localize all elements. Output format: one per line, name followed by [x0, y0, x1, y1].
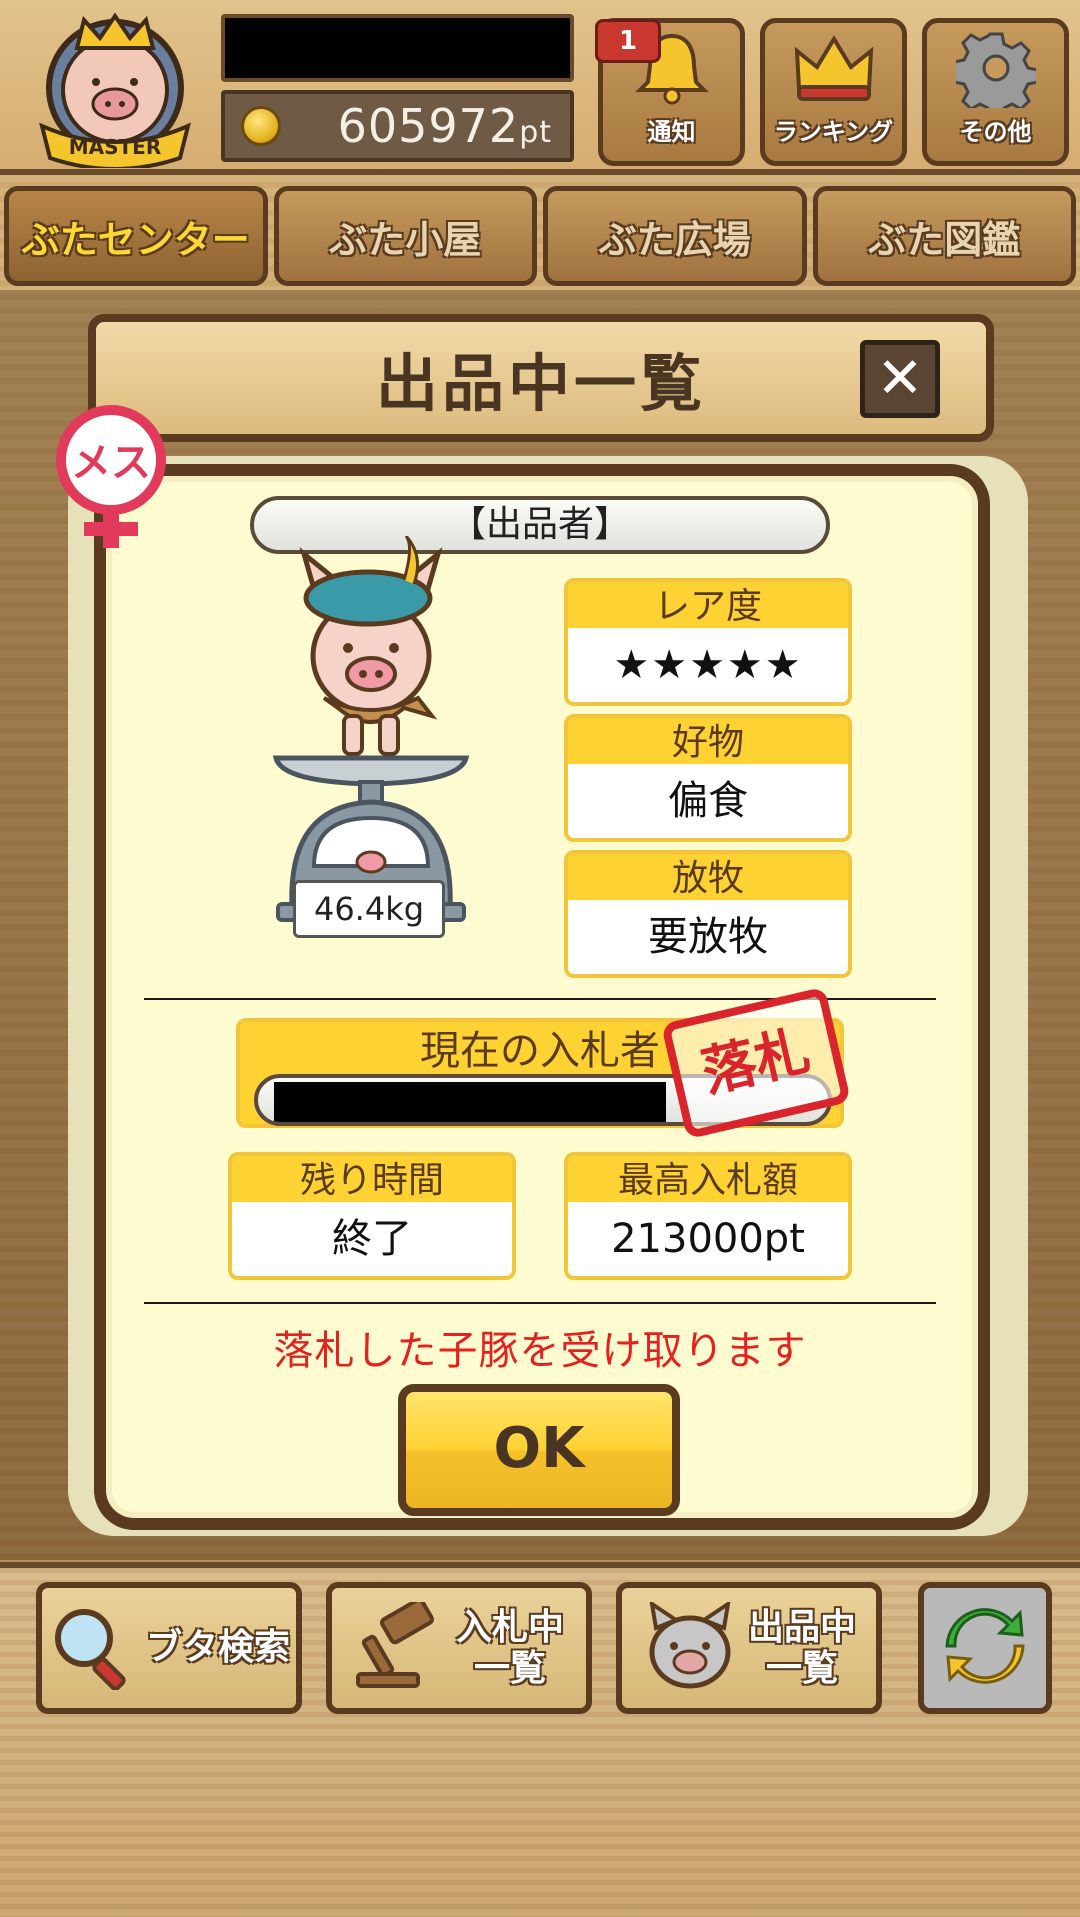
magnifier-icon [48, 1602, 136, 1694]
favorite-food-value: 偏食 [668, 778, 748, 824]
remaining-time-box: 残り時間 終了 [228, 1152, 516, 1280]
svg-text:メス: メス [71, 440, 151, 486]
main-tabs: ぶたセンター ぶた小屋 ぶた広場 ぶた図鑑 [0, 186, 1080, 290]
notification-label: 通知 [647, 118, 696, 146]
favorite-food-box: 好物 偏食 [564, 714, 852, 842]
ranking-label: ランキング [773, 118, 894, 146]
other-label: その他 [959, 118, 1032, 146]
divider-bottom [144, 1302, 936, 1304]
rarity-stars: ★★★★★ [613, 642, 803, 688]
other-button[interactable]: その他 [922, 18, 1069, 166]
pig-search-button[interactable]: ブタ検索 [36, 1582, 302, 1714]
tab-buta-square[interactable]: ぶた広場 [543, 186, 807, 286]
ok-button[interactable]: OK [398, 1384, 680, 1516]
female-gender-badge: メス [46, 404, 176, 554]
close-icon: ✕ [876, 346, 924, 411]
bidding-list-button[interactable]: 入札中 一覧 [326, 1582, 592, 1714]
points-value: 605972pt [337, 99, 552, 153]
bidding-list-label: 入札中 一覧 [455, 1606, 564, 1689]
listing-list-button[interactable]: 出品中 一覧 [616, 1582, 882, 1714]
top-header: MASTER 605972pt 1 通知 ランキング その他 [0, 0, 1080, 175]
remaining-time-value: 終了 [332, 1216, 412, 1262]
highest-bid-box: 最高入札額 213000pt [564, 1152, 852, 1280]
redacted-bidder-name [274, 1082, 666, 1122]
rarity-box: レア度 ★★★★★ [564, 578, 852, 706]
refresh-icon [940, 1601, 1030, 1695]
notification-count-badge: 1 [595, 19, 661, 63]
ranking-button[interactable]: ランキング [760, 18, 907, 166]
rarity-label: レア度 [568, 582, 848, 628]
master-rank-badge[interactable]: MASTER [22, 8, 208, 171]
tab-buta-encyclopedia[interactable]: ぶた図鑑 [812, 186, 1076, 286]
tab-buta-center[interactable]: ぶたセンター [4, 186, 268, 286]
pig-face-icon [642, 1599, 738, 1694]
coin-icon [241, 106, 281, 146]
highest-bid-value: 213000pt [611, 1216, 805, 1262]
grazing-box: 放牧 要放牧 [564, 850, 852, 978]
listing-list-label: 出品中 一覧 [747, 1606, 856, 1689]
player-name-redacted [221, 14, 574, 82]
notification-button[interactable]: 1 通知 [595, 18, 745, 166]
highest-bid-label: 最高入札額 [568, 1156, 848, 1202]
remaining-time-label: 残り時間 [232, 1156, 512, 1202]
popup-title: 出品中一覧 [375, 347, 706, 420]
grazing-label: 放牧 [568, 854, 848, 900]
popup-title-bar: 出品中一覧 ✕ [88, 314, 994, 442]
status-message: 落札した子豚を受け取ります [273, 1328, 807, 1374]
gavel-icon [354, 1597, 446, 1694]
tab-buta-hut[interactable]: ぶた小屋 [273, 186, 537, 286]
gear-icon [955, 23, 1036, 112]
grazing-value: 要放牧 [648, 914, 768, 960]
refresh-button[interactable] [918, 1582, 1052, 1714]
pig-search-label: ブタ検索 [145, 1627, 290, 1669]
points-display: 605972pt [221, 90, 574, 162]
svg-text:MASTER: MASTER [69, 135, 162, 159]
close-button[interactable]: ✕ [860, 340, 940, 418]
crown-icon [791, 23, 877, 112]
favorite-food-label: 好物 [568, 718, 848, 764]
pig-weight: 46.4kg [293, 880, 445, 938]
